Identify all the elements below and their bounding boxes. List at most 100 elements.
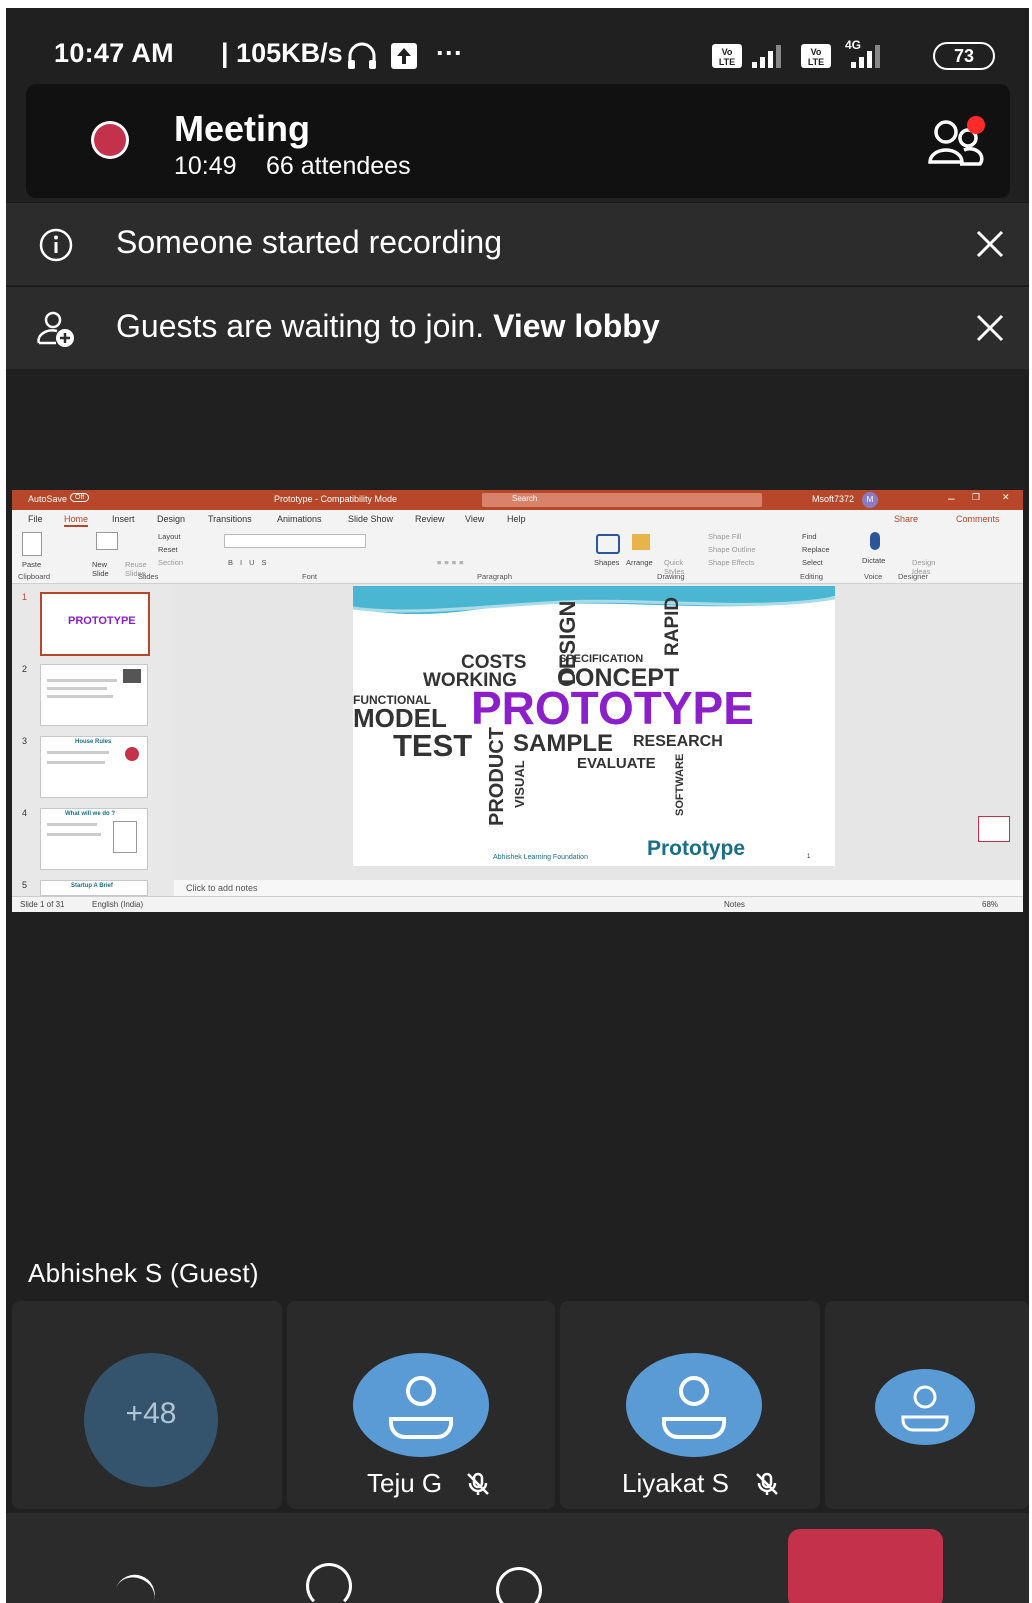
- participants-button[interactable]: [926, 114, 986, 170]
- document-title: Prototype - Compatibility Mode: [274, 494, 398, 504]
- shape-outline-label: Shape Outline: [708, 545, 756, 554]
- lobby-banner: Guests are waiting to join. View lobby: [6, 286, 1029, 369]
- tab-home: Home: [64, 514, 89, 527]
- thumb-number: 2: [22, 664, 28, 674]
- call-controls-bar: [6, 1513, 1029, 1603]
- new-slide-label: New Slide: [92, 560, 109, 578]
- restore-icon: ❐: [972, 492, 981, 502]
- tab-transitions: Transitions: [208, 514, 252, 524]
- tab-view: View: [465, 514, 485, 524]
- person-icon: [901, 1385, 949, 1432]
- section-label: Section: [158, 558, 184, 567]
- ppt-user: Msoft7372: [812, 494, 855, 504]
- slide-1: COSTS WORKING DESIGN SPECIFICATION RAPID…: [353, 586, 835, 866]
- mic-off-icon: [756, 1472, 778, 1495]
- battery-indicator: 73: [933, 42, 995, 70]
- select-label: Select: [802, 558, 823, 567]
- thumb-number: 3: [22, 736, 28, 746]
- slide-thumbnail: House Rules: [40, 736, 148, 798]
- thumb-number: 1: [22, 592, 28, 602]
- hang-up-button[interactable]: [788, 1529, 943, 1603]
- headphones-icon: [348, 42, 376, 69]
- zoom-level: 68%: [982, 900, 999, 909]
- word-rapid: RAPID: [662, 596, 683, 656]
- participant-name: Liyakat S: [622, 1468, 729, 1498]
- slide-thumbnail: Startup A Brief: [40, 880, 148, 896]
- avatar: [626, 1353, 762, 1457]
- slide-thumbnail: PROTOTYPE: [40, 592, 150, 656]
- slide-counter: Slide 1 of 31: [20, 900, 65, 909]
- minimize-icon: –: [948, 491, 955, 505]
- status-bar: 10:47 AM | 105KB/s ··· Vo LTE Vo LTE 4G …: [6, 8, 1029, 88]
- notification-dot-icon: [967, 116, 985, 134]
- layout-label: Layout: [158, 532, 181, 541]
- replace-label: Replace: [802, 545, 830, 554]
- microphone-icon: [870, 532, 880, 550]
- close-icon[interactable]: [971, 225, 1009, 263]
- thumb-title: What will we do ?: [65, 811, 115, 817]
- user-avatar: M: [862, 492, 878, 508]
- close-icon: ✕: [1002, 492, 1010, 502]
- lobby-banner-text: Guests are waiting to join. View lobby: [116, 308, 660, 345]
- slide-title: Prototype: [647, 837, 746, 860]
- tab-animations: Animations: [277, 514, 322, 524]
- search-label: Search: [512, 494, 538, 503]
- find-label: Find: [802, 532, 817, 541]
- status-time: 10:47 AM: [54, 38, 174, 68]
- thumb-number: 4: [22, 808, 28, 818]
- mic-off-icon: [467, 1472, 489, 1495]
- slide-page-number: 1: [807, 854, 811, 860]
- avatar: [875, 1369, 975, 1445]
- ppt-ribbon-tabs: File Home Insert Design Transitions Anim…: [12, 510, 1023, 528]
- meeting-elapsed-time: 10:49: [174, 152, 237, 180]
- paste-label: Paste: [22, 560, 42, 569]
- camera-button[interactable]: [111, 1569, 161, 1603]
- thumb-number: 5: [22, 880, 28, 890]
- group-clipboard: Clipboard: [18, 572, 51, 581]
- font-formatting-icons: BIUS: [228, 558, 274, 567]
- view-lobby-link[interactable]: View lobby: [493, 308, 660, 344]
- shape-effects-label: Shape Effects: [708, 558, 755, 567]
- language-indicator: English (India): [92, 900, 144, 909]
- participant-tile[interactable]: Liyakat S: [560, 1301, 820, 1509]
- group-voice: Voice: [864, 572, 883, 581]
- close-icon[interactable]: [971, 309, 1009, 347]
- slide-thumbnail: [40, 664, 148, 726]
- notes-pane: Click to add notes: [174, 880, 1023, 896]
- info-icon: [39, 228, 73, 262]
- word-software: SOFTWARE: [674, 753, 686, 816]
- speaker-button[interactable]: [496, 1567, 542, 1603]
- person-icon: [389, 1376, 453, 1439]
- paragraph-align-icons: ≡≡≡≡: [437, 558, 467, 567]
- group-editing: Editing: [800, 572, 823, 581]
- new-slide-icon: [96, 532, 118, 550]
- slide-thumbnails-panel: 1 PROTOTYPE 2 3 House Rules 4 What will …: [12, 584, 174, 896]
- overflow-count: +48: [125, 1397, 177, 1430]
- participant-tile[interactable]: Teju G: [287, 1301, 555, 1509]
- recording-banner: Someone started recording: [6, 202, 1029, 285]
- paste-icon: [22, 532, 42, 556]
- shape-fill-label: Shape Fill: [708, 532, 742, 541]
- overflow-participants-tile[interactable]: +48: [12, 1301, 282, 1509]
- person-icon: [662, 1376, 726, 1439]
- participant-tile[interactable]: [825, 1301, 1029, 1509]
- word-test: TEST: [393, 728, 473, 763]
- thumb-title: House Rules: [75, 739, 112, 745]
- svg-text:LTE: LTE: [719, 57, 735, 67]
- shapes-icon: [596, 534, 620, 554]
- dictate-label: Dictate: [862, 556, 886, 565]
- group-slides: Slides: [138, 572, 159, 581]
- mic-button[interactable]: [306, 1563, 352, 1603]
- volte-signal-icon: Vo LTE: [712, 44, 781, 68]
- more-icon: ···: [436, 38, 463, 68]
- slide-canvas: COSTS WORKING DESIGN SPECIFICATION RAPID…: [174, 584, 1023, 880]
- word-evaluate: EVALUATE: [577, 755, 656, 772]
- upload-icon: [391, 43, 417, 69]
- reset-label: Reset: [158, 545, 178, 554]
- ppt-ribbon: Paste New Slide Reuse Slides Layout Rese…: [12, 528, 1023, 584]
- meeting-title: Meeting: [174, 108, 311, 149]
- arrange-label: Arrange: [626, 558, 653, 567]
- 4g-signal-icon: Vo LTE 4G: [801, 38, 880, 68]
- group-designer: Designer: [898, 572, 929, 581]
- word-research: RESEARCH: [633, 733, 723, 750]
